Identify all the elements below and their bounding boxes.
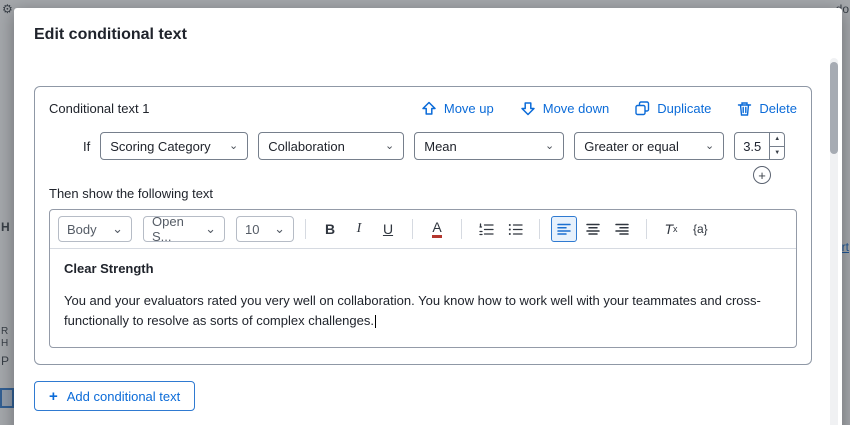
paragraph-style-select[interactable]: Body ⌄: [58, 216, 132, 242]
plus-icon: +: [49, 389, 58, 404]
trash-icon: [737, 101, 752, 116]
add-condition-button[interactable]: +: [753, 166, 771, 184]
conditional-text-title: Conditional text 1: [49, 101, 149, 116]
text-color-glyph: A: [432, 220, 441, 238]
edit-conditional-text-modal: Edit conditional text Conditional text 1…: [14, 8, 842, 425]
editor-content[interactable]: Clear Strength You and your evaluators r…: [50, 249, 796, 347]
condition-metric-select[interactable]: Mean ⌄: [414, 132, 564, 160]
clear-formatting-glyph: T: [664, 221, 673, 237]
align-left-button[interactable]: [551, 216, 577, 242]
delete-button[interactable]: Delete: [737, 101, 797, 116]
duplicate-button[interactable]: Duplicate: [635, 101, 711, 116]
editor-toolbar: Body ⌄ Open S... ⌄ 10 ⌄ B I U A: [50, 210, 796, 249]
modal-scrollbar-thumb[interactable]: [830, 62, 838, 154]
move-up-label: Move up: [444, 101, 494, 116]
chevron-down-icon: ⌄: [112, 221, 123, 237]
piped-text-button[interactable]: {a}: [687, 216, 714, 242]
bullet-list-button[interactable]: [502, 216, 528, 242]
plus-row: +: [49, 166, 771, 184]
if-label: If: [83, 139, 90, 154]
move-down-button[interactable]: Move down: [520, 101, 609, 116]
conditional-text-panel: Conditional text 1 Move up: [34, 86, 812, 365]
align-right-button[interactable]: [609, 216, 635, 242]
condition-metric-value: Mean: [424, 139, 457, 154]
underline-button[interactable]: U: [375, 216, 401, 242]
font-size-select[interactable]: 10 ⌄: [236, 216, 294, 242]
condition-category-value: Collaboration: [268, 139, 345, 154]
condition-operator-select[interactable]: Greater or equal ⌄: [574, 132, 724, 160]
toolbar-separator: [412, 219, 413, 239]
toolbar-separator: [646, 219, 647, 239]
text-color-button[interactable]: A: [424, 216, 450, 242]
condition-field-value: Scoring Category: [110, 139, 210, 154]
spinner-up-button[interactable]: ▲: [770, 133, 784, 146]
underline-glyph: U: [383, 221, 393, 237]
panel-actions: Move up Move down: [421, 101, 797, 116]
chevron-down-icon: ⌄: [229, 141, 238, 152]
panel-header: Conditional text 1 Move up: [49, 101, 797, 116]
threshold-input[interactable]: 3.5 ▲ ▼: [734, 132, 785, 160]
threshold-spinner: ▲ ▼: [769, 133, 784, 159]
text-cursor: [375, 315, 376, 328]
editor-paragraph-text: You and your evaluators rated you very w…: [64, 293, 761, 328]
delete-label: Delete: [759, 101, 797, 116]
editor-heading: Clear Strength: [64, 261, 782, 276]
condition-row: If Scoring Category ⌄ Collaboration ⌄ Me…: [49, 132, 797, 160]
move-up-button[interactable]: Move up: [421, 101, 494, 116]
duplicate-label: Duplicate: [657, 101, 711, 116]
condition-field-select[interactable]: Scoring Category ⌄: [100, 132, 248, 160]
bold-button[interactable]: B: [317, 216, 343, 242]
editor-paragraph: You and your evaluators rated you very w…: [64, 291, 782, 331]
align-center-button[interactable]: [580, 216, 606, 242]
toolbar-separator: [461, 219, 462, 239]
chevron-down-icon: ⌄: [205, 221, 216, 237]
clear-formatting-sub: x: [673, 224, 678, 234]
font-family-value: Open S...: [152, 214, 205, 244]
chevron-down-icon: ⌄: [705, 141, 714, 152]
then-show-label: Then show the following text: [49, 186, 797, 201]
font-size-value: 10: [245, 222, 259, 237]
italic-button[interactable]: I: [346, 216, 372, 242]
font-family-select[interactable]: Open S... ⌄: [143, 216, 225, 242]
toolbar-separator: [305, 219, 306, 239]
chevron-down-icon: ⌄: [385, 141, 394, 152]
duplicate-icon: [635, 101, 650, 116]
add-conditional-text-button[interactable]: + Add conditional text: [34, 381, 195, 411]
spinner-down-button[interactable]: ▼: [770, 146, 784, 160]
modal-title: Edit conditional text: [14, 8, 842, 46]
threshold-value: 3.5: [735, 133, 769, 159]
chevron-down-icon: ⌄: [545, 141, 554, 152]
rich-text-editor: Body ⌄ Open S... ⌄ 10 ⌄ B I U A: [49, 209, 797, 348]
add-conditional-text-label: Add conditional text: [67, 389, 180, 404]
paragraph-style-value: Body: [67, 222, 97, 237]
toolbar-separator: [539, 219, 540, 239]
move-up-icon: [421, 101, 437, 116]
ordered-list-button[interactable]: [473, 216, 499, 242]
condition-category-select[interactable]: Collaboration ⌄: [258, 132, 404, 160]
move-down-label: Move down: [543, 101, 609, 116]
clear-formatting-button[interactable]: Tx: [658, 216, 684, 242]
condition-operator-value: Greater or equal: [584, 139, 679, 154]
move-down-icon: [520, 101, 536, 116]
chevron-down-icon: ⌄: [274, 221, 285, 237]
